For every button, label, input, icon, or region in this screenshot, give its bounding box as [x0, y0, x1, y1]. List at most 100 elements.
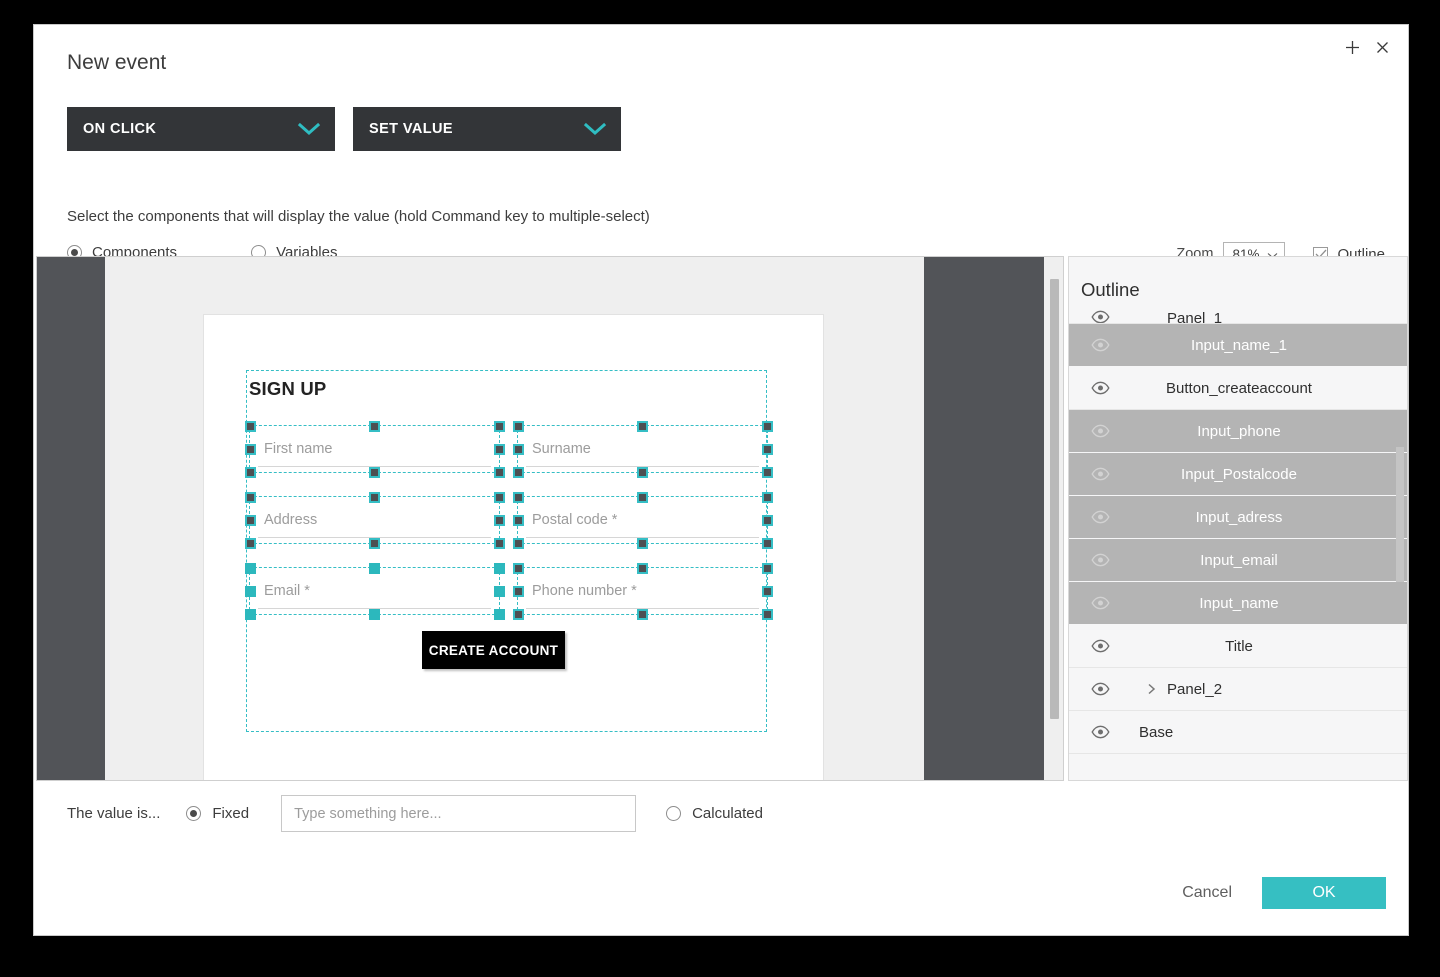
resize-handle-br[interactable]: [761, 608, 773, 620]
eye-icon[interactable]: [1091, 424, 1110, 438]
eye-icon[interactable]: [1091, 682, 1110, 696]
resize-handle-bl[interactable]: [244, 608, 256, 620]
outline-row-panel_1[interactable]: Panel_1: [1069, 310, 1407, 324]
ok-button[interactable]: OK: [1262, 877, 1386, 909]
resize-handle-mr[interactable]: [761, 514, 773, 526]
add-icon[interactable]: [1342, 37, 1362, 57]
resize-handle-tr[interactable]: [493, 562, 505, 574]
canvas-field-email[interactable]: Email *: [244, 562, 505, 620]
resize-handle-bl[interactable]: [512, 608, 524, 620]
resize-handle-ml[interactable]: [512, 443, 524, 455]
resize-handle-tc[interactable]: [369, 491, 380, 503]
resize-handle-br[interactable]: [493, 466, 505, 478]
canvas-field-address[interactable]: Address: [244, 491, 505, 549]
outline-scrollbar[interactable]: [1396, 447, 1404, 582]
outline-row-base[interactable]: Base: [1069, 711, 1407, 754]
resize-handle-tc[interactable]: [369, 562, 380, 574]
resize-handle-tc[interactable]: [637, 420, 648, 432]
resize-handle-tl[interactable]: [512, 420, 524, 432]
action-dropdown[interactable]: SET VALUE: [353, 107, 621, 151]
resize-handle-tc[interactable]: [637, 562, 648, 574]
resize-handle-ml[interactable]: [244, 443, 256, 455]
outline-list[interactable]: Panel_1 Input_name_1 Button_createaccount I…: [1069, 310, 1407, 780]
resize-handle-br[interactable]: [493, 537, 505, 549]
create-account-button[interactable]: CREATE ACCOUNT: [422, 631, 565, 669]
resize-handle-bc[interactable]: [369, 537, 380, 549]
outline-row-input_name_1[interactable]: Input_name_1: [1069, 324, 1407, 367]
artboard[interactable]: SIGN UP First name Surname Address Posta…: [203, 314, 824, 780]
outline-row-input_email[interactable]: Input_email: [1069, 539, 1407, 582]
resize-handle-bc[interactable]: [637, 537, 648, 549]
resize-handle-tc[interactable]: [637, 491, 648, 503]
outline-row-title[interactable]: Title: [1069, 625, 1407, 668]
radio-fixed-label: Fixed: [212, 805, 250, 822]
create-account-button-label: CREATE ACCOUNT: [428, 642, 559, 658]
canvas-field-surname[interactable]: Surname: [512, 420, 773, 478]
resize-handle-tr[interactable]: [761, 491, 773, 503]
resize-handle-tl[interactable]: [512, 562, 524, 574]
resize-handle-mr[interactable]: [761, 443, 773, 455]
resize-handle-br[interactable]: [761, 466, 773, 478]
eye-icon[interactable]: [1091, 310, 1110, 323]
resize-handle-ml[interactable]: [512, 585, 524, 597]
value-input[interactable]: [281, 795, 637, 832]
eye-icon[interactable]: [1091, 381, 1110, 395]
cancel-button[interactable]: Cancel: [1178, 878, 1236, 908]
resize-handle-ml[interactable]: [512, 514, 524, 526]
resize-handle-mr[interactable]: [493, 514, 505, 526]
trigger-dropdown[interactable]: ON CLICK: [67, 107, 335, 151]
resize-handle-tr[interactable]: [493, 420, 505, 432]
canvas-field-postal-code[interactable]: Postal code *: [512, 491, 773, 549]
resize-handle-br[interactable]: [493, 608, 505, 620]
resize-handle-bc[interactable]: [369, 466, 380, 478]
radio-calculated[interactable]: Calculated: [666, 805, 763, 822]
resize-handle-bc[interactable]: [369, 608, 380, 620]
resize-handle-ml[interactable]: [244, 514, 256, 526]
action-dropdown-label: SET VALUE: [369, 121, 453, 137]
resize-handle-br[interactable]: [761, 537, 773, 549]
resize-handle-ml[interactable]: [244, 585, 256, 597]
canvas-field-phone-number[interactable]: Phone number *: [512, 562, 773, 620]
canvas-right-band: [924, 257, 1044, 780]
outline-row-input_name[interactable]: Input_name: [1069, 582, 1407, 625]
resize-handle-bl[interactable]: [512, 466, 524, 478]
resize-handle-mr[interactable]: [493, 443, 505, 455]
value-source-row: The value is... Fixed Calculated: [67, 795, 763, 832]
eye-icon[interactable]: [1091, 467, 1110, 481]
close-icon[interactable]: [1372, 37, 1392, 57]
eye-icon[interactable]: [1091, 553, 1110, 567]
resize-handle-mr[interactable]: [761, 585, 773, 597]
chevron-right-icon[interactable]: [1147, 683, 1156, 696]
resize-handle-bl[interactable]: [512, 537, 524, 549]
resize-handle-tc[interactable]: [369, 420, 380, 432]
resize-handle-tr[interactable]: [761, 420, 773, 432]
resize-handle-mr[interactable]: [493, 585, 505, 597]
resize-handle-bc[interactable]: [637, 466, 648, 478]
eye-icon[interactable]: [1091, 338, 1110, 352]
outline-row-input_phone[interactable]: Input_phone: [1069, 410, 1407, 453]
eye-icon[interactable]: [1091, 510, 1110, 524]
eye-icon[interactable]: [1091, 639, 1110, 653]
outline-row-label: Input_name_1: [1191, 336, 1287, 354]
design-canvas[interactable]: SIGN UP First name Surname Address Posta…: [36, 256, 1064, 781]
resize-handle-tl[interactable]: [512, 491, 524, 503]
eye-icon[interactable]: [1091, 596, 1110, 610]
resize-handle-tr[interactable]: [493, 491, 505, 503]
resize-handle-bl[interactable]: [244, 537, 256, 549]
resize-handle-tl[interactable]: [244, 562, 256, 574]
resize-handle-bl[interactable]: [244, 466, 256, 478]
outline-row-input_postalcode[interactable]: Input_Postalcode: [1069, 453, 1407, 496]
outline-row-button_createaccount[interactable]: Button_createaccount: [1069, 367, 1407, 410]
resize-handle-tr[interactable]: [761, 562, 773, 574]
canvas-field-first-name-placeholder: First name: [264, 441, 333, 457]
radio-fixed[interactable]: Fixed: [186, 805, 249, 822]
canvas-field-postal-code-placeholder: Postal code *: [532, 512, 618, 528]
resize-handle-tl[interactable]: [244, 420, 256, 432]
outline-row-input_adress[interactable]: Input_adress: [1069, 496, 1407, 539]
resize-handle-bc[interactable]: [637, 608, 648, 620]
canvas-vertical-scrollbar[interactable]: [1050, 279, 1059, 719]
outline-row-panel_2[interactable]: Panel_2: [1069, 668, 1407, 711]
resize-handle-tl[interactable]: [244, 491, 256, 503]
eye-icon[interactable]: [1091, 725, 1110, 739]
canvas-field-first-name[interactable]: First name: [244, 420, 505, 478]
